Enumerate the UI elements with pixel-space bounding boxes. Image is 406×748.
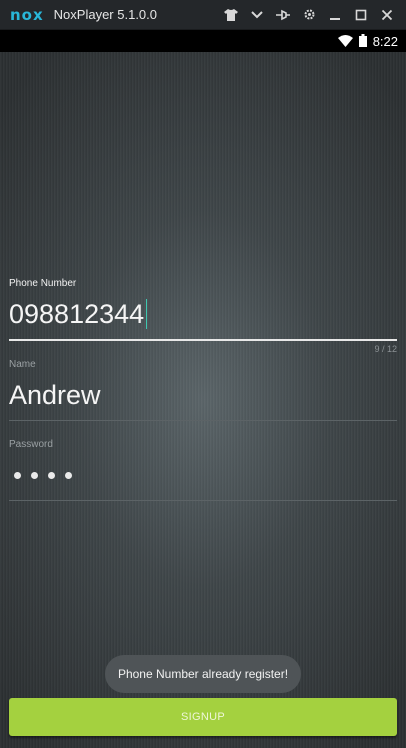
name-value: Andrew [9,379,101,410]
password-dot [65,471,72,479]
phone-number-value: 098812344 [9,298,145,329]
nox-logo: nox [10,5,44,24]
phone-number-underline [9,339,397,341]
signup-button[interactable]: SIGNUP [9,698,397,736]
name-label: Name [9,359,36,370]
password-label: Password [9,439,53,450]
pin-icon[interactable] [270,0,296,30]
password-dot [31,471,38,479]
minimize-icon[interactable] [322,0,348,30]
name-field[interactable]: Name Andrew [9,359,397,421]
close-icon[interactable] [374,0,400,30]
password-mask [14,471,72,479]
chevron-down-icon[interactable] [244,0,270,30]
password-dot [48,471,55,479]
phone-number-counter: 9 / 12 [374,344,397,354]
signup-screen: Phone Number 098812344 9 / 12 Name Andre… [0,52,406,748]
status-time: 8:22 [372,33,398,49]
battery-icon [358,32,367,51]
shirt-icon[interactable] [218,0,244,30]
window-controls [218,0,400,30]
phone-number-input[interactable]: 098812344 [9,297,397,331]
name-input[interactable]: Andrew [9,378,397,412]
password-input[interactable] [9,458,397,492]
wifi-icon [337,32,353,51]
gear-icon[interactable] [296,0,322,30]
password-dot [14,471,21,479]
status-bar: 8:22 [0,30,406,52]
window-title: NoxPlayer 5.1.0.0 [53,7,158,22]
password-underline [9,500,397,501]
phone-number-field[interactable]: Phone Number 098812344 9 / 12 [9,278,397,354]
error-toast: Phone Number already register! [105,655,301,693]
name-underline [9,420,397,421]
text-cursor [146,299,148,329]
password-field[interactable]: Password [9,439,397,501]
phone-number-label: Phone Number [9,278,77,289]
emulator-titlebar: nox NoxPlayer 5.1.0.0 [0,0,406,30]
maximize-icon[interactable] [348,0,374,30]
